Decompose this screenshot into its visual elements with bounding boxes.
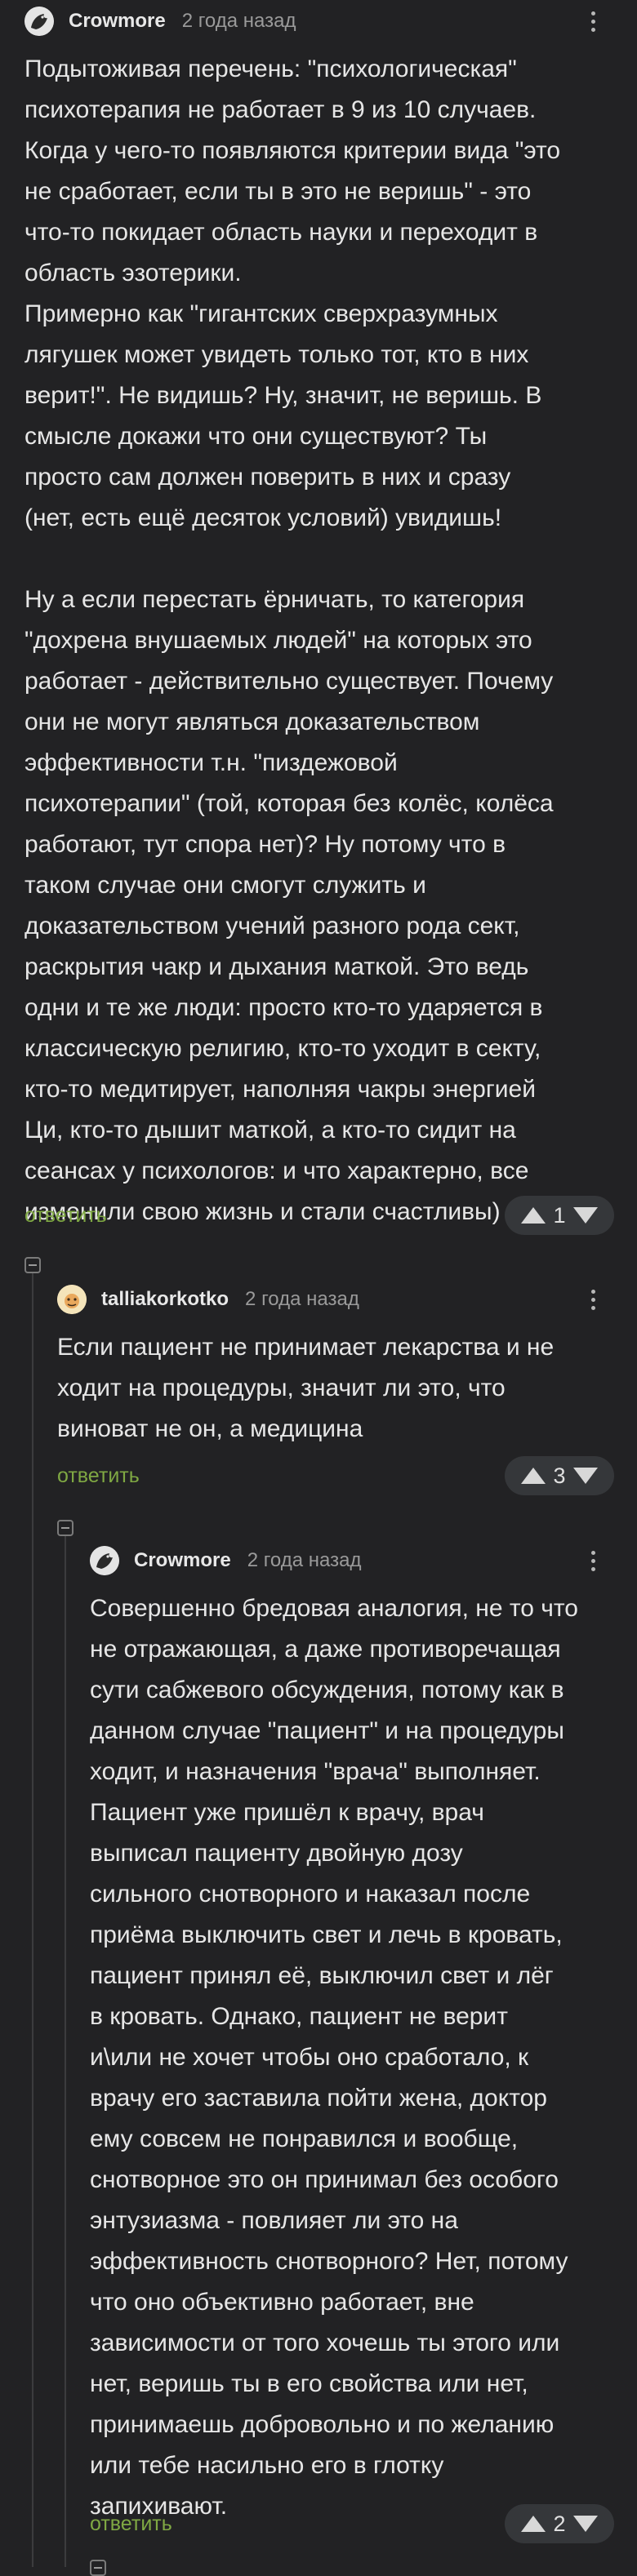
vote-control: 1	[505, 1196, 614, 1235]
more-vertical-icon[interactable]	[585, 5, 601, 38]
vote-control: 3	[505, 1456, 614, 1495]
comment-text: Если пациент не принимает лекарства и не…	[57, 1334, 555, 1442]
avatar[interactable]	[24, 7, 54, 36]
vote-control: 2	[505, 2504, 614, 2543]
avatar[interactable]	[90, 1546, 119, 1575]
comment: talliakorkotko 2 года назад Если пациент…	[0, 1273, 637, 1518]
reply-button[interactable]: ответить	[57, 1464, 140, 1488]
crow-avatar-icon	[90, 1546, 119, 1575]
comment: Crowmore 2 года назад Совершенно бредова…	[0, 1534, 637, 2567]
downvote-arrow-icon[interactable]	[573, 1207, 598, 1224]
downvote-arrow-icon[interactable]	[573, 1468, 598, 1484]
comment-header: Crowmore 2 года назад	[90, 1544, 361, 1577]
reply-button[interactable]: ответить	[24, 1204, 107, 1228]
more-vertical-icon[interactable]	[585, 1544, 601, 1577]
comment-thread: Crowmore 2 года назад Подытоживая перече…	[0, 0, 637, 2576]
crow-avatar-icon	[24, 7, 54, 36]
author-name[interactable]: Crowmore	[69, 10, 166, 33]
collapse-thread-icon[interactable]	[90, 2560, 106, 2576]
user-avatar-icon	[57, 1285, 87, 1314]
comment-timestamp: 2 года назад	[245, 1288, 359, 1310]
author-name[interactable]: talliakorkotko	[101, 1288, 229, 1311]
vote-count: 2	[553, 2511, 566, 2536]
comment-header: talliakorkotko 2 года назад	[57, 1283, 359, 1316]
comment-timestamp: 2 года назад	[247, 1549, 362, 1571]
downvote-arrow-icon[interactable]	[573, 2516, 598, 2532]
author-name[interactable]: Crowmore	[134, 1549, 231, 1572]
avatar[interactable]	[57, 1285, 87, 1314]
comment-text: Совершенно бредовая аналогия, не то что …	[90, 1595, 578, 2520]
vote-count: 3	[553, 1463, 566, 1488]
upvote-arrow-icon[interactable]	[521, 2516, 546, 2532]
reply-button[interactable]: ответить	[90, 2512, 172, 2536]
comment-header: Crowmore 2 года назад	[24, 5, 296, 38]
more-vertical-icon[interactable]	[585, 1283, 601, 1316]
comment: Crowmore 2 года назад Подытоживая перече…	[0, 0, 637, 1249]
collapse-thread-icon[interactable]	[57, 1520, 74, 1536]
collapse-thread-icon[interactable]	[24, 1257, 41, 1273]
upvote-arrow-icon[interactable]	[521, 1207, 546, 1224]
upvote-arrow-icon[interactable]	[521, 1468, 546, 1484]
vote-count: 1	[553, 1202, 566, 1228]
comment-text: Подытоживая перечень: "психологическая" …	[24, 56, 561, 1225]
comment-timestamp: 2 года назад	[181, 10, 296, 32]
